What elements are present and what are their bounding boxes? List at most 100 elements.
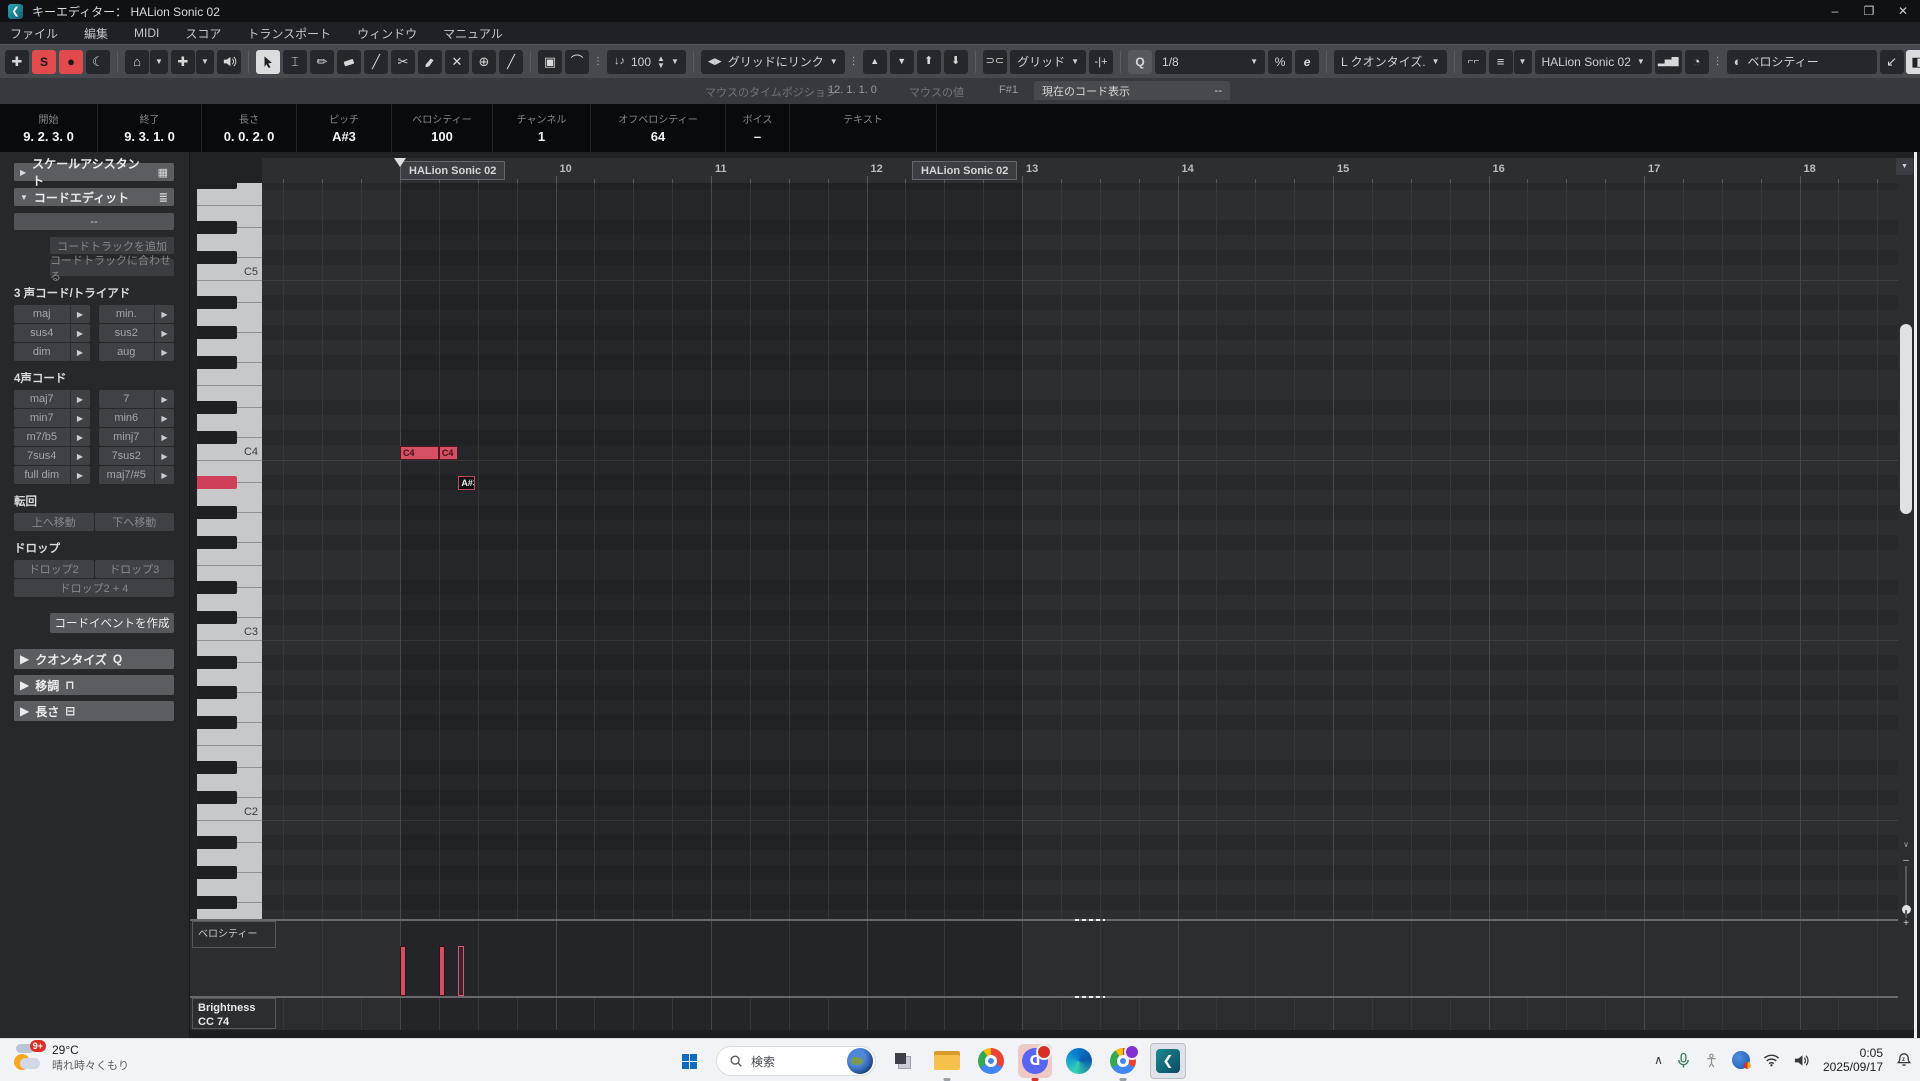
start-button[interactable] bbox=[672, 1044, 706, 1078]
chord-play-icon[interactable]: ▶ bbox=[70, 428, 90, 446]
current-chord-display[interactable]: 現在のコード表示 -- bbox=[1034, 81, 1230, 100]
chord-play-icon[interactable]: ▶ bbox=[154, 305, 174, 323]
chord-button-maj7[interactable]: maj7▶ bbox=[14, 390, 90, 408]
piano-black-key[interactable] bbox=[197, 296, 237, 309]
piano-black-key[interactable] bbox=[197, 656, 237, 669]
time-display-button[interactable]: ◔ bbox=[1685, 50, 1709, 74]
horizontal-scrollbar[interactable] bbox=[190, 1030, 1914, 1038]
section-scale-assistant[interactable]: ▶ スケールアシスタント ▦ bbox=[14, 163, 174, 181]
range-selection-tool[interactable]: ⌶ bbox=[283, 50, 307, 74]
piano-black-key[interactable] bbox=[197, 536, 237, 549]
transpose-up-button[interactable]: ▲ bbox=[863, 50, 887, 74]
lane-divider[interactable] bbox=[190, 919, 1898, 921]
chord-button-min6[interactable]: min6▶ bbox=[99, 409, 175, 427]
open-in-lower-zone-button[interactable]: ↙ bbox=[1880, 50, 1904, 74]
match-chord-track-button[interactable]: コードトラックに合わせる bbox=[50, 259, 174, 276]
length-quantize-select[interactable]: L クオンタイズ.▼ bbox=[1334, 50, 1446, 74]
menu-item-2[interactable]: MIDI bbox=[134, 26, 159, 40]
chord-button-min[interactable]: min.▶ bbox=[99, 305, 175, 323]
split-tool[interactable]: ✂ bbox=[391, 50, 415, 74]
chord-button-m7b5[interactable]: m7/b5▶ bbox=[14, 428, 90, 446]
piano-black-key[interactable] bbox=[197, 686, 237, 699]
section-transpose[interactable]: ▶ 移調 ⊓ bbox=[14, 675, 174, 695]
chord-button-maj75[interactable]: maj7/#5▶ bbox=[99, 466, 175, 484]
snap-mode-button[interactable]: -|+ bbox=[1089, 50, 1113, 74]
drop24-button[interactable]: ドロップ2 + 4 bbox=[14, 579, 174, 597]
midi-note[interactable]: A#3 bbox=[458, 476, 475, 490]
velocity-bar[interactable] bbox=[400, 946, 406, 996]
track-select[interactable]: HALion Sonic 02▼ bbox=[1535, 50, 1652, 74]
velocity-bar[interactable] bbox=[458, 946, 464, 996]
chord-play-icon[interactable]: ▶ bbox=[70, 447, 90, 465]
show-part-borders-button[interactable]: ▣ bbox=[538, 50, 562, 74]
piano-black-key[interactable] bbox=[197, 431, 237, 444]
piano-black-key[interactable] bbox=[197, 581, 237, 594]
search-box[interactable]: 検索 bbox=[716, 1046, 876, 1076]
line-tool[interactable]: ╱ bbox=[499, 50, 523, 74]
zoom-out-icon[interactable]: – bbox=[1903, 855, 1909, 866]
menu-item-5[interactable]: ウィンドウ bbox=[357, 25, 417, 42]
section-chord-edit[interactable]: ▼ コードエディット ≣ bbox=[14, 188, 174, 206]
piano-black-key[interactable] bbox=[197, 896, 237, 909]
piano-black-key[interactable] bbox=[197, 716, 237, 729]
timeline-ruler[interactable]: 101112131415161718HALion Sonic 02HALion … bbox=[262, 158, 1898, 184]
chord-button-sus4[interactable]: sus4▶ bbox=[14, 324, 90, 342]
piano-black-key[interactable] bbox=[197, 866, 237, 879]
piano-keyboard[interactable]: C5C4C3C2 bbox=[197, 183, 262, 920]
discord-icon[interactable]: ᗡ bbox=[1018, 1044, 1052, 1078]
snap-toggle-button[interactable]: ⊃⊂ bbox=[983, 50, 1007, 74]
playhead-marker[interactable] bbox=[394, 158, 406, 167]
info-field-0[interactable]: 開始9. 2. 3. 0 bbox=[0, 104, 98, 152]
drop-button-1[interactable]: ドロップ3 bbox=[95, 560, 175, 578]
piano-black-key[interactable] bbox=[197, 251, 237, 264]
trim-tool[interactable]: ╱ bbox=[364, 50, 388, 74]
microphone-icon[interactable] bbox=[1676, 1052, 1691, 1069]
piano-black-key[interactable] bbox=[197, 506, 237, 519]
minimize-button[interactable]: – bbox=[1818, 0, 1852, 22]
piano-black-key[interactable] bbox=[197, 611, 237, 624]
insert-velocity-dropdown[interactable]: ▼ bbox=[671, 57, 679, 66]
inversion-button-1[interactable]: 下へ移動 bbox=[95, 513, 175, 531]
info-field-8[interactable]: テキスト bbox=[790, 104, 937, 152]
chord-play-icon[interactable]: ▶ bbox=[70, 305, 90, 323]
menu-item-0[interactable]: ファイル bbox=[10, 25, 58, 42]
wifi-icon[interactable] bbox=[1763, 1053, 1780, 1067]
chord-play-icon[interactable]: ▶ bbox=[154, 428, 174, 446]
chord-button-fulldim[interactable]: full dim▶ bbox=[14, 466, 90, 484]
chord-play-icon[interactable]: ▶ bbox=[70, 409, 90, 427]
snap-type-select[interactable]: グリッド▼ bbox=[1010, 50, 1086, 74]
speaker-tray-icon[interactable] bbox=[1793, 1053, 1810, 1068]
notification-bell-icon[interactable]: z bbox=[1896, 1052, 1912, 1068]
info-field-7[interactable]: ボイス– bbox=[726, 104, 790, 152]
chord-button-minj7[interactable]: minj7▶ bbox=[99, 428, 175, 446]
scrollbar-thumb[interactable] bbox=[1900, 324, 1912, 514]
velocity-bar[interactable] bbox=[439, 946, 445, 996]
cubase-taskbar-icon[interactable]: ❮ bbox=[1150, 1043, 1186, 1079]
info-field-6[interactable]: オフベロシティー64 bbox=[591, 104, 726, 152]
chord-play-icon[interactable]: ▶ bbox=[154, 390, 174, 408]
acoustic-feedback-button[interactable]: ☾ bbox=[86, 50, 110, 74]
app-sphere-icon[interactable] bbox=[1732, 1051, 1750, 1069]
accessibility-icon[interactable] bbox=[1704, 1053, 1719, 1068]
file-explorer-icon[interactable] bbox=[930, 1044, 964, 1078]
spinner-icon[interactable]: ▲▼ bbox=[657, 55, 665, 69]
section-length[interactable]: ▶ 長さ ⊟ bbox=[14, 701, 174, 721]
scroll-down-icon[interactable]: ∨ bbox=[1898, 840, 1914, 849]
menu-item-6[interactable]: マニュアル bbox=[443, 25, 503, 42]
menu-item-3[interactable]: スコア bbox=[185, 25, 221, 42]
chord-play-icon[interactable]: ▶ bbox=[70, 466, 90, 484]
piano-black-key[interactable] bbox=[197, 221, 237, 234]
task-view-button[interactable] bbox=[886, 1044, 920, 1078]
octave-up-button[interactable]: ⬆ bbox=[917, 50, 941, 74]
create-chord-event-button[interactable]: コードイベントを作成 bbox=[50, 613, 174, 633]
inversion-button-0[interactable]: 上へ移動 bbox=[14, 513, 94, 531]
tray-chevron-icon[interactable]: ∧ bbox=[1654, 1053, 1663, 1067]
chord-play-icon[interactable]: ▶ bbox=[154, 343, 174, 361]
edit-mode-button[interactable]: ≡ bbox=[1489, 50, 1513, 74]
clock-widget[interactable]: 0:05 2025/09/17 bbox=[1823, 1046, 1883, 1074]
part-end-flag[interactable]: HALion Sonic 02 bbox=[912, 161, 1017, 180]
insert-velocity-control[interactable]: ↓♪ 100 ▲▼ ▼ bbox=[607, 50, 686, 74]
cc-lane-label[interactable]: Brightness CC 74 bbox=[192, 998, 276, 1029]
chord-play-icon[interactable]: ▶ bbox=[154, 447, 174, 465]
weather-widget[interactable]: 9+ 29°C 晴れ時々くもり bbox=[12, 1042, 129, 1074]
